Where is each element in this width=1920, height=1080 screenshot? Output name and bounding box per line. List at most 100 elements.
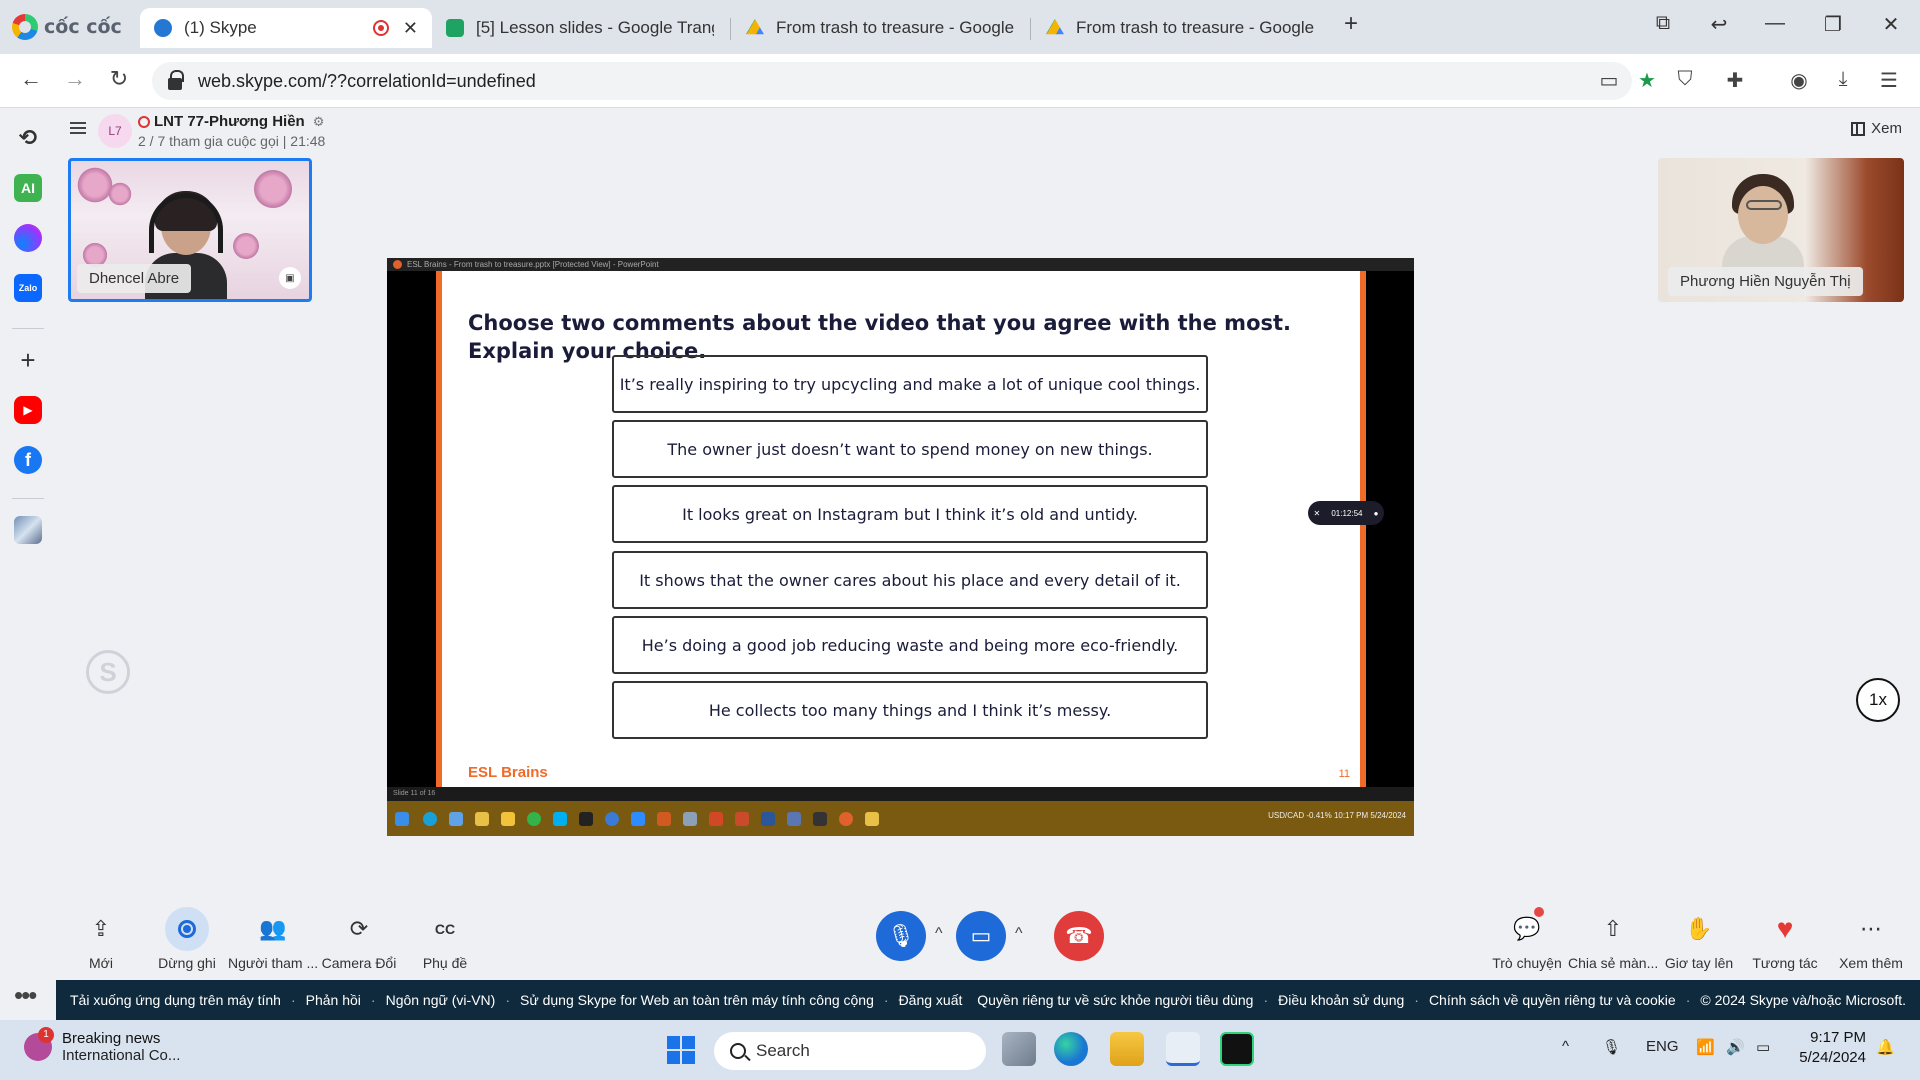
more-sidebar-icon[interactable]: •••	[14, 980, 37, 1011]
facebook-icon[interactable]: f	[14, 446, 42, 474]
notification-bell-icon[interactable]: 🔔	[1876, 1038, 1895, 1056]
tab-drive-1[interactable]: From trash to treasure - Google D	[732, 8, 1028, 48]
back-icon[interactable]: ←	[16, 66, 46, 92]
share-out-button[interactable]: ⇪ Mới	[56, 907, 146, 971]
close-window-icon[interactable]: ✕	[1876, 12, 1906, 37]
coccoc-taskbar-icon[interactable]	[1166, 1032, 1200, 1066]
reactions-button[interactable]: ♥ Tương tác	[1740, 907, 1830, 971]
clock-time: 9:17 PM	[1810, 1029, 1866, 1046]
profile-icon[interactable]: ◉	[1786, 68, 1812, 93]
zalo-icon[interactable]: Zalo	[14, 274, 42, 302]
zoom-icon	[631, 812, 645, 826]
hamburger-menu-icon[interactable]	[70, 122, 86, 134]
skype-footer: Tải xuống ứng dụng trên máy tính · Phản h…	[56, 980, 1920, 1020]
close-tab-icon[interactable]: ✕	[403, 18, 418, 39]
news-widget[interactable]: 1 Breaking news International Co...	[24, 1027, 180, 1064]
app-icon	[449, 812, 463, 826]
captions-icon: CC	[434, 921, 456, 937]
footer-link[interactable]: Ngôn ngữ (vi-VN)	[386, 992, 496, 1008]
tab-lesson-slides[interactable]: [5] Lesson slides - Google Trang tí	[432, 8, 728, 48]
start-button[interactable]	[667, 1036, 695, 1064]
task-view-icon[interactable]	[1002, 1032, 1036, 1066]
tab-separator	[730, 18, 731, 40]
pycharm-icon[interactable]	[1220, 1032, 1254, 1066]
control-label: Trò chuyện	[1492, 955, 1562, 971]
extensions-icon[interactable]: ✚	[1722, 68, 1748, 93]
screenshot-icon[interactable]: ⧉	[1648, 12, 1678, 35]
download-icon[interactable]: ⤓	[1830, 68, 1856, 91]
share-screen-button[interactable]: ⇧ Chia sẻ màn...	[1568, 907, 1658, 971]
mic-button[interactable]: 🎙	[876, 911, 926, 961]
file-explorer-icon[interactable]	[1110, 1032, 1144, 1066]
playback-speed-button[interactable]: 1x	[1856, 678, 1900, 722]
reload-icon[interactable]: ↻	[104, 66, 134, 92]
forward-icon[interactable]: →	[60, 66, 90, 92]
footer-link[interactable]: Điều khoản sử dụng	[1278, 992, 1404, 1008]
restore-icon[interactable]: ❐	[1818, 12, 1848, 37]
url-bar[interactable]: web.skype.com/??correlationId=undefined	[152, 62, 1632, 100]
history-icon[interactable]: ⟲	[14, 124, 42, 152]
footer-link[interactable]: Chính sách về quyền riêng tư và cookie	[1429, 992, 1676, 1008]
new-tab-button[interactable]: +	[1336, 10, 1366, 38]
youtube-icon[interactable]: ▶	[14, 396, 42, 424]
tab-drive-2[interactable]: From trash to treasure - Google D	[1032, 8, 1328, 48]
more-button[interactable]: ⋯ Xem thêm	[1826, 907, 1916, 971]
menu-icon[interactable]: ☰	[1876, 68, 1902, 93]
app-icon	[865, 812, 879, 826]
volume-icon[interactable]: 🔊	[1726, 1038, 1745, 1056]
shared-screen[interactable]: ESL Brains - From trash to treasure.pptx…	[387, 258, 1414, 836]
participants-button[interactable]: 👥 Người tham ...	[228, 907, 318, 971]
wifi-icon[interactable]: 📶	[1696, 1038, 1715, 1056]
language-indicator[interactable]: ENG	[1646, 1038, 1679, 1055]
taskbar-search[interactable]: Search	[714, 1032, 986, 1070]
browser-sidebar: ⟲ AI Zalo + ▶ f •••	[0, 108, 56, 1020]
footer-link[interactable]: Phản hồi	[306, 992, 361, 1008]
add-sidebar-icon[interactable]: +	[14, 345, 42, 375]
coccoc-logo[interactable]: cốc cốc	[12, 12, 122, 42]
view-button[interactable]: Xem	[1851, 120, 1902, 137]
skype-icon	[553, 812, 567, 826]
conversation-title[interactable]: LNT 77-Phương Hiền ⚙	[138, 113, 324, 130]
raise-hand-icon: ✋	[1685, 916, 1713, 941]
footer-link[interactable]: Tải xuống ứng dụng trên máy tính	[70, 992, 281, 1008]
control-label: Chia sẻ màn...	[1568, 955, 1658, 971]
video-options-chevron-icon[interactable]: ^	[1015, 925, 1023, 943]
glasses-decoration	[1746, 200, 1782, 210]
tab-skype[interactable]: (1) Skype ✕	[140, 8, 432, 48]
bookmark-star-icon[interactable]: ★	[1634, 68, 1660, 93]
remote-video-tile[interactable]: Phương Hiền Nguyễn Thị	[1658, 158, 1904, 302]
shield-icon[interactable]: ⛉	[1672, 68, 1698, 91]
game-icon[interactable]	[14, 516, 42, 544]
edge-icon[interactable]	[1054, 1032, 1088, 1066]
video-camera-icon: ▭	[970, 923, 992, 948]
self-video-tile[interactable]: Dhencel Abre ▣	[68, 158, 312, 302]
video-button[interactable]: ▭	[956, 911, 1006, 961]
sidebar-divider	[12, 498, 44, 499]
back-tab-icon[interactable]: ↩	[1704, 12, 1734, 37]
presentation-slide: Choose two comments about the video that…	[436, 271, 1366, 787]
camera-permission-icon[interactable]: ▭	[1596, 68, 1622, 93]
messenger-icon[interactable]	[14, 224, 42, 252]
captions-button[interactable]: CC Phụ đề	[400, 907, 490, 971]
stop-recording-button[interactable]: Dừng ghi	[142, 907, 232, 971]
chat-button[interactable]: 💬 Trò chuyện	[1482, 907, 1572, 971]
footer-link[interactable]: Sử dụng Skype for Web an toàn trên máy t…	[520, 992, 874, 1008]
minimize-icon[interactable]: —	[1760, 12, 1790, 35]
footer-link[interactable]: Đăng xuất	[899, 992, 963, 1008]
switch-camera-button[interactable]: ⟳ Camera Đổi	[314, 907, 404, 971]
footer-link[interactable]: Quyền riêng tư về sức khỏe người tiêu dù…	[977, 992, 1253, 1008]
microphone-tray-icon[interactable]: 🎙	[1602, 1038, 1621, 1056]
system-clock[interactable]: 9:17 PM 5/24/2024	[1799, 1028, 1866, 1068]
tab-separator	[1030, 18, 1031, 40]
search-icon	[730, 1043, 746, 1059]
ai-icon[interactable]: AI	[14, 174, 42, 202]
settings-icon[interactable]: ⚙	[313, 114, 325, 130]
mic-options-chevron-icon[interactable]: ^	[935, 925, 943, 943]
hang-up-button[interactable]: ☎	[1054, 911, 1104, 961]
battery-icon[interactable]: ▭	[1756, 1038, 1770, 1056]
lock-icon[interactable]	[168, 70, 184, 90]
self-name-label: Dhencel Abre	[77, 264, 192, 293]
group-avatar[interactable]: L7	[98, 114, 132, 148]
raise-hand-button[interactable]: ✋ Giơ tay lên	[1654, 907, 1744, 971]
show-hidden-icons[interactable]: ^	[1562, 1038, 1569, 1055]
